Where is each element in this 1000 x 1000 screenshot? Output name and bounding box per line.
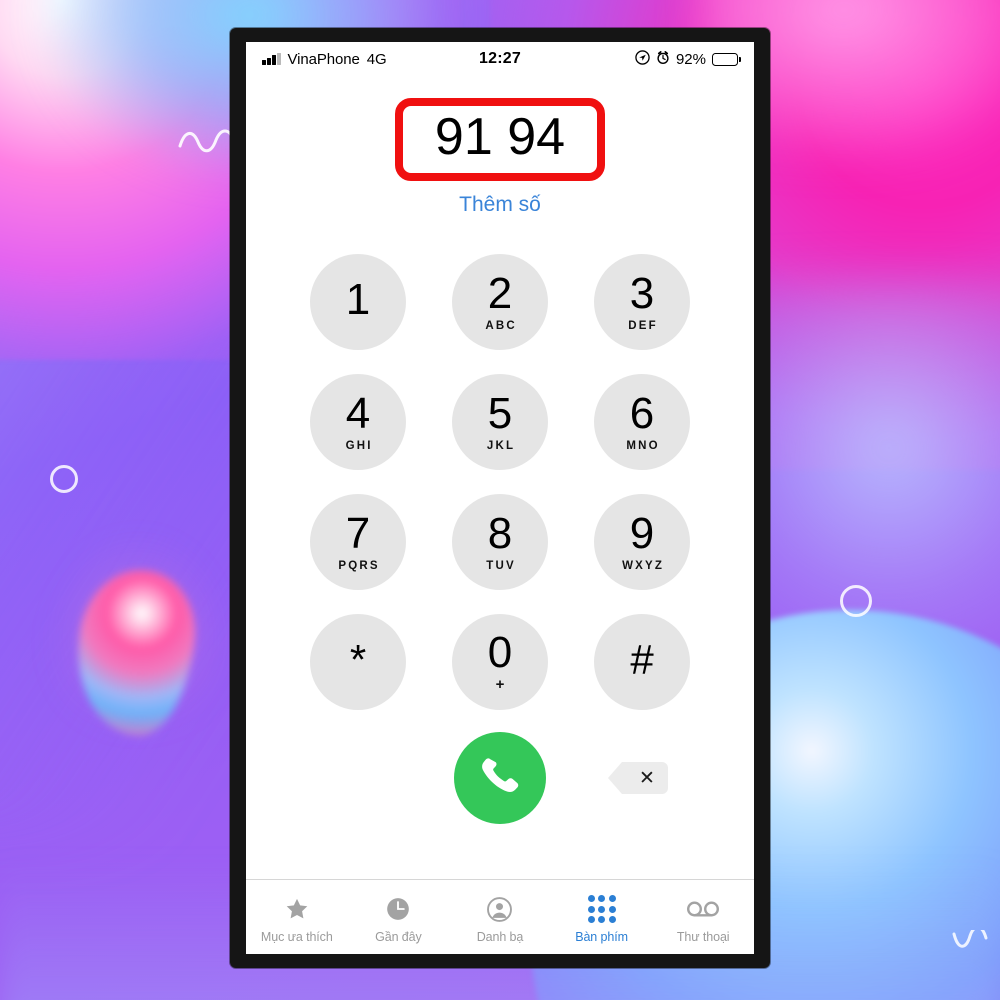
status-bar-right: 92%: [635, 49, 741, 69]
key-digit: #: [630, 636, 654, 683]
tab-keypad[interactable]: Bàn phím: [551, 880, 653, 954]
tab-label: Bàn phím: [575, 930, 628, 944]
keypad-key-2[interactable]: 2 ABC: [452, 254, 548, 350]
key-digit: 1: [345, 275, 371, 324]
tab-recents[interactable]: Gần đây: [348, 880, 450, 954]
keypad-row: 1 2 ABC 3 DEF: [310, 254, 690, 350]
key-digit: 5: [487, 389, 513, 438]
alarm-clock-icon: [656, 50, 670, 69]
key-digit: 8: [487, 509, 513, 558]
backspace-x-icon: ✕: [639, 767, 655, 789]
status-bar: VinaPhone 4G 12:27 92%: [246, 42, 754, 76]
keypad-key-9[interactable]: 9 WXYZ: [594, 494, 690, 590]
star-icon: [284, 894, 310, 924]
person-circle-icon: [486, 894, 513, 924]
battery-icon: [712, 52, 741, 66]
key-digit: 6: [629, 389, 655, 438]
voicemail-icon: [686, 894, 720, 924]
phone-device-frame: VinaPhone 4G 12:27 92% 91 94 Thêm số 1 2…: [230, 28, 770, 968]
tab-bar: Mục ưa thích Gần đây Danh bạ Bàn phím Th…: [246, 879, 754, 954]
decorative-squiggle-icon: [952, 925, 1000, 954]
key-letters: PQRS: [338, 560, 380, 572]
backspace-button[interactable]: ✕: [608, 762, 668, 794]
key-digit: 0: [487, 628, 513, 677]
key-digit: 3: [629, 269, 655, 318]
key-digit: 4: [345, 389, 371, 438]
tab-voicemail[interactable]: Thư thoại: [652, 880, 754, 954]
keypad-key-0[interactable]: 0 +: [452, 614, 548, 710]
keypad-row: 7 PQRS 8 TUV 9 WXYZ: [310, 494, 690, 590]
call-action-row: ✕: [246, 716, 754, 840]
keypad-grid-icon: [587, 894, 616, 924]
key-digit: 7: [345, 509, 371, 558]
phone-screen: VinaPhone 4G 12:27 92% 91 94 Thêm số 1 2…: [246, 42, 754, 954]
tab-label: Danh bạ: [476, 930, 524, 944]
key-letters: GHI: [345, 440, 373, 452]
keypad-key-5[interactable]: 5 JKL: [452, 374, 548, 470]
number-highlight-annotation: 91 94: [395, 98, 605, 181]
key-letters: +: [495, 676, 505, 693]
keypad-key-8[interactable]: 8 TUV: [452, 494, 548, 590]
keypad-row: 4 GHI 5 JKL 6 MNO: [310, 374, 690, 470]
tab-label: Mục ưa thích: [260, 930, 333, 944]
key-letters: TUV: [486, 560, 516, 572]
tab-contacts[interactable]: Danh bạ: [449, 880, 551, 954]
key-digit: *: [349, 636, 367, 683]
call-button[interactable]: [454, 732, 546, 824]
decorative-circle-icon: [50, 465, 78, 493]
keypad-key-7[interactable]: 7 PQRS: [310, 494, 406, 590]
tab-label: Gần đây: [375, 930, 422, 944]
keypad-key-4[interactable]: 4 GHI: [310, 374, 406, 470]
phone-handset-icon: [478, 754, 522, 803]
key-letters: DEF: [628, 320, 658, 332]
battery-percent-label: 92%: [675, 50, 706, 68]
key-letters: ABC: [485, 320, 517, 332]
decorative-circle-icon: [840, 585, 872, 617]
decorative-squiggle-icon: [178, 128, 236, 154]
key-digit: 9: [629, 509, 655, 558]
dial-keypad: 1 2 ABC 3 DEF 4 GHI 5 JKL 6 MNO 7 PQRS 8…: [246, 238, 754, 710]
keypad-key-hash[interactable]: #: [594, 614, 690, 710]
key-letters: WXYZ: [622, 560, 665, 572]
keypad-key-star[interactable]: *: [310, 614, 406, 710]
keypad-key-1[interactable]: 1: [310, 254, 406, 350]
keypad-key-3[interactable]: 3 DEF: [594, 254, 690, 350]
key-letters: JKL: [486, 440, 516, 452]
dialed-number-text[interactable]: 91 94: [431, 110, 569, 165]
keypad-row: * 0 + #: [310, 614, 690, 710]
number-display-area: 91 94 Thêm số: [246, 76, 754, 238]
location-arrow-icon: [635, 49, 650, 69]
keypad-key-6[interactable]: 6 MNO: [594, 374, 690, 470]
tab-favorites[interactable]: Mục ưa thích: [246, 880, 348, 954]
key-digit: 2: [487, 269, 513, 318]
clock-icon: [385, 894, 411, 924]
tab-label: Thư thoại: [676, 930, 730, 944]
key-letters: MNO: [626, 440, 660, 452]
add-number-link[interactable]: Thêm số: [459, 193, 541, 217]
